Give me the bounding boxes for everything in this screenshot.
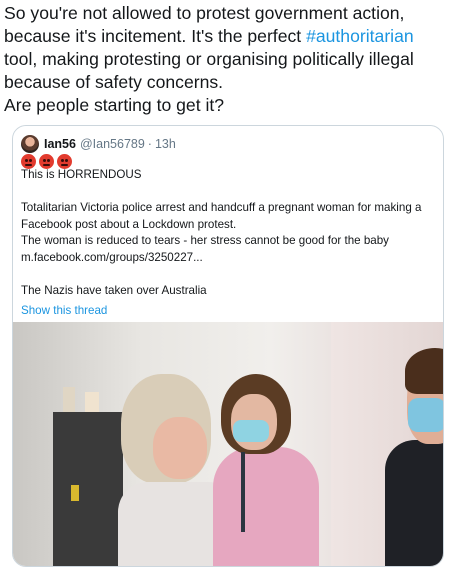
quoted-body-line: Totalitarian Victoria police arrest and … [21,201,422,214]
tweet-line: because it's incitement. It's the perfec… [4,25,456,48]
shelf-object [63,387,75,415]
tweet-line: tool, making protesting or organising po… [4,49,414,69]
tweet-text: So you're not allowed to protest governm… [0,0,456,117]
quoted-author-name[interactable]: Ian56 [44,137,76,151]
person-face [153,417,207,479]
tweet-line: So you're not allowed to protest governm… [4,3,405,23]
shelf-object [71,485,79,501]
shelf [53,412,123,566]
quoted-tweet-header: Ian56 @Ian56789 · 13h [21,134,176,154]
video-thumbnail[interactable] [13,322,443,566]
tweet-line-text: because it's incitement. It's the perfec… [4,26,307,46]
quoted-body-line: This is HORRENDOUS [21,168,142,181]
quoted-tweet-card[interactable]: Ian56 @Ian56789 · 13h This is HORRENDOUS… [12,125,444,567]
quoted-body-line: The Nazis have taken over Australia [21,283,207,297]
lanyard [241,452,245,532]
show-thread-link[interactable]: Show this thread [21,303,435,320]
hashtag-link[interactable]: #authoritarian [306,26,414,46]
meta-separator: · [147,137,152,151]
tweet-line: Are people starting to get it? [4,95,225,115]
officer-body [213,447,319,566]
quoted-timestamp[interactable]: 13h [155,137,176,151]
face-mask [408,398,443,432]
facebook-link[interactable]: m.facebook.com/groups/3250227... [21,250,435,267]
quoted-body-line: Facebook post about a Lockdown protest. [21,217,237,231]
avatar[interactable] [21,135,39,153]
tweet-line: because of safety concerns. [4,72,224,92]
officer-body [385,440,443,566]
quoted-tweet-body: This is HORRENDOUS Totalitarian Victoria… [21,167,435,320]
quoted-author-handle[interactable]: @Ian56789 [80,137,145,151]
face-mask [233,420,269,442]
quoted-body-line: The woman is reduced to tears - her stre… [21,234,389,247]
